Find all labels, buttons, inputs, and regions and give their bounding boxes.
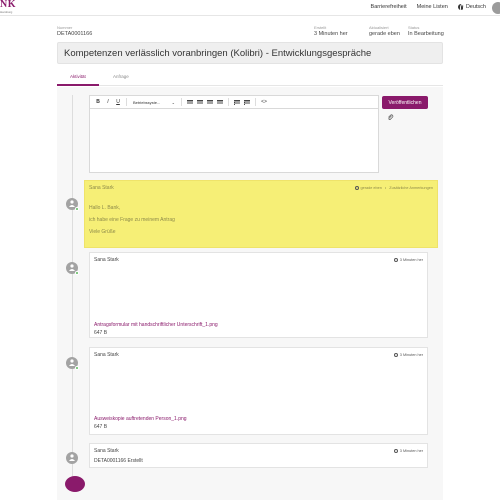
avatar: [66, 357, 79, 370]
bold-button[interactable]: B: [94, 98, 102, 106]
activity-item: Sana Stark 3 Minuten her Ausweiskopie au…: [89, 347, 428, 435]
activity-time: 3 Minuten her: [393, 258, 423, 262]
avatar: [66, 452, 78, 464]
tab-request[interactable]: Anfrage: [113, 74, 129, 79]
attachment-size: 647 B: [94, 424, 108, 430]
activity-author: Sana Stark: [94, 352, 119, 358]
user-icon: [69, 359, 75, 366]
activity-author: Sana Stark: [89, 185, 114, 191]
message-line: Hallo L. Bank,: [89, 205, 121, 211]
italic-button[interactable]: I: [104, 98, 112, 106]
status-value: In Bearbeitung: [408, 31, 444, 37]
nav-my-lists[interactable]: Meine Listen: [417, 4, 448, 10]
clock-icon: [393, 449, 398, 453]
underline-button[interactable]: U: [114, 98, 122, 106]
status-label: Status: [408, 25, 420, 30]
message-line: Viele Grüße: [89, 229, 116, 235]
online-indicator: [75, 366, 79, 370]
activity-item: Sana Stark 3 Minuten her Antragsformular…: [89, 252, 428, 338]
code-button[interactable]: <>: [260, 98, 268, 106]
activity-item: Sana Stark 3 Minuten her DETA0001166 Ers…: [89, 443, 428, 468]
activity-item: Sana Stark gerade eben • Zusätzliche Anm…: [84, 180, 438, 248]
activity-extra[interactable]: Zusätzliche Anmerkungen: [389, 186, 433, 190]
activity-time-text: 3 Minuten her: [399, 258, 423, 262]
globe-icon: [457, 4, 464, 12]
editor-toolbar: B I U Betriebssyste... ⌄ <>: [90, 96, 378, 109]
toolbar-divider: [255, 98, 256, 106]
top-nav: Barrierefreiheit Meine Listen Deutsch: [371, 4, 486, 12]
user-icon: [69, 200, 75, 207]
numbered-list-button[interactable]: [243, 98, 251, 106]
tabs: Aktivität Anfrage: [57, 70, 443, 86]
attachment-link[interactable]: Antragsformular mit handschriftlicher Un…: [94, 322, 218, 328]
clock-icon: [393, 353, 398, 357]
clock-icon: [393, 258, 398, 262]
toolbar-divider: [126, 98, 127, 106]
activity-time: 3 Minuten her: [393, 449, 423, 453]
format-select[interactable]: Betriebssyste... ⌄: [131, 98, 177, 106]
user-avatar[interactable]: [492, 2, 500, 14]
activity-time: 3 Minuten her: [393, 353, 423, 357]
attachment-link[interactable]: Ausweiskopie auftretenden Person_1.png: [94, 416, 187, 422]
nav-language[interactable]: Deutsch: [457, 4, 486, 12]
separator: •: [383, 186, 388, 190]
align-center-icon: [197, 99, 203, 105]
nav-accessibility[interactable]: Barrierefreiheit: [371, 4, 407, 10]
activity-time: gerade eben • Zusätzliche Anmerkungen: [354, 186, 433, 190]
message-line: ich habe eine Frage zu meinem Antrag: [89, 217, 175, 223]
chevron-down-icon: ⌄: [171, 99, 175, 105]
online-indicator: [75, 271, 79, 275]
title-box: Kompetenzen verlässlich voranbringen (Ko…: [57, 42, 443, 64]
align-left-icon: [187, 99, 193, 105]
activity-time-text: 3 Minuten her: [399, 353, 423, 357]
publish-button[interactable]: Veröffentlichen: [382, 96, 428, 109]
activity-text: DETA0001166 Erstellt: [94, 458, 143, 464]
logo-text: NK: [0, 0, 16, 10]
nummer-label: Nummer: [57, 25, 73, 30]
tab-activity[interactable]: Aktivität: [70, 74, 86, 79]
top-bar: NK Hamburg Barrierefreiheit Meine Listen…: [0, 0, 500, 16]
activity-author: Sana Stark: [94, 448, 119, 454]
clock-icon: [354, 186, 359, 190]
erstellt-label: Erstellt: [314, 25, 327, 30]
erstellt-value: 3 Minuten her: [314, 31, 348, 37]
activity-author: Sana Stark: [94, 257, 119, 263]
aktualisiert-label: Aktualisiert: [369, 25, 389, 30]
format-select-value: Betriebssyste...: [133, 99, 161, 105]
align-right-button[interactable]: [206, 98, 214, 106]
aktualisiert-value: gerade eben: [369, 31, 400, 37]
toolbar-divider: [228, 98, 229, 106]
online-indicator: [75, 207, 79, 211]
activity-time-text: 3 Minuten her: [399, 449, 423, 453]
language-label: Deutsch: [465, 4, 486, 10]
align-center-button[interactable]: [196, 98, 204, 106]
attachment-size: 647 B: [94, 330, 108, 336]
comment-editor[interactable]: B I U Betriebssyste... ⌄ <>: [89, 95, 379, 173]
toolbar-divider: [181, 98, 182, 106]
active-tab-indicator: [57, 84, 99, 86]
align-justify-button[interactable]: [216, 98, 224, 106]
bullet-list-icon: [234, 99, 240, 105]
nummer-value: DETA0001166: [57, 31, 93, 37]
logo-subtext: Hamburg: [0, 10, 13, 14]
align-justify-icon: [217, 99, 223, 105]
avatar: [66, 198, 79, 211]
timeline-end-marker: [65, 476, 85, 492]
timeline-line: [72, 95, 73, 490]
bullet-list-button[interactable]: [233, 98, 241, 106]
logo[interactable]: NK Hamburg: [0, 0, 30, 16]
avatar: [66, 262, 79, 275]
page-title: Kompetenzen verlässlich voranbringen (Ko…: [64, 48, 372, 59]
align-right-icon: [207, 99, 213, 105]
user-icon: [69, 264, 75, 271]
paperclip-icon[interactable]: [387, 114, 394, 121]
align-left-button[interactable]: [186, 98, 194, 106]
user-icon: [69, 454, 75, 461]
numbered-list-icon: [244, 99, 250, 105]
activity-time-text: gerade eben: [360, 186, 382, 190]
